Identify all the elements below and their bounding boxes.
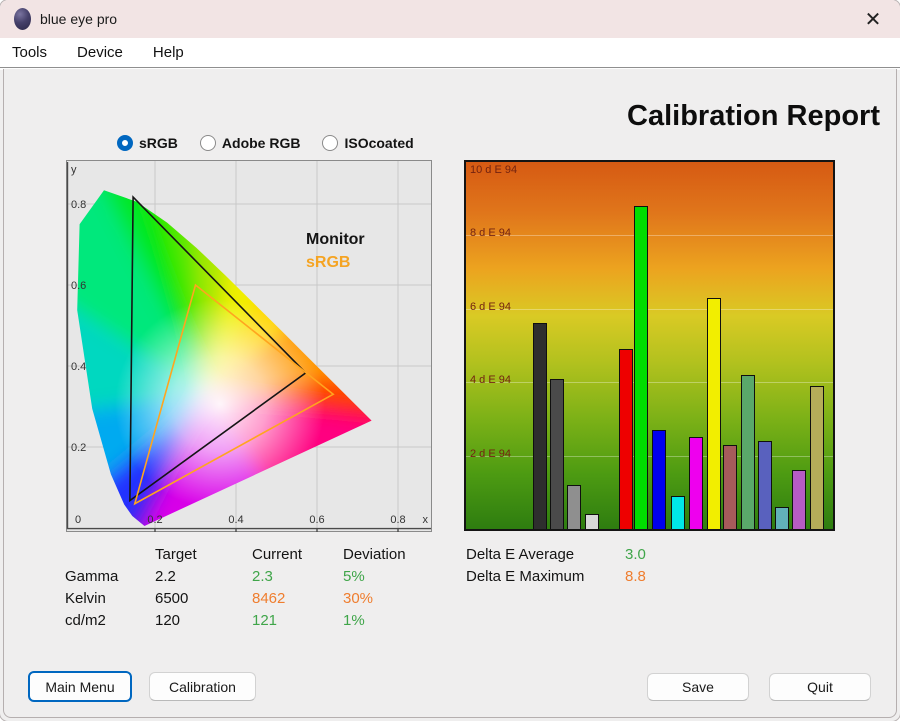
kelvin-current: 8462 bbox=[252, 590, 343, 612]
legend-monitor: Monitor bbox=[306, 228, 365, 251]
menu-tools[interactable]: Tools bbox=[12, 44, 47, 61]
gamut-legend: Monitor sRGB bbox=[306, 228, 365, 274]
bar-chart-gridline bbox=[466, 309, 833, 310]
app-window: blue eye pro ✕ Tools Device Help Calibra… bbox=[0, 0, 900, 721]
delta-e-bar bbox=[652, 430, 666, 529]
main-menu-button[interactable]: Main Menu bbox=[28, 671, 132, 702]
app-icon bbox=[14, 8, 31, 30]
radio-selected-icon[interactable] bbox=[117, 135, 133, 151]
axis-tick-label: 0.6 bbox=[309, 514, 324, 526]
axis-tick-label: x bbox=[423, 514, 429, 526]
delta-e-bar bbox=[810, 386, 824, 529]
col-header-current: Current bbox=[252, 546, 343, 568]
radio-unselected-icon[interactable] bbox=[322, 135, 338, 151]
menubar: Tools Device Help bbox=[0, 38, 900, 67]
bar-chart-ytick-label: 10 d E 94 bbox=[470, 164, 517, 176]
titlebar: blue eye pro ✕ bbox=[0, 0, 900, 38]
col-header-deviation: Deviation bbox=[343, 546, 438, 568]
delta-e-bar bbox=[533, 323, 547, 529]
cdm2-current: 121 bbox=[252, 612, 343, 634]
page-title: Calibration Report bbox=[627, 100, 880, 133]
delta-e-bar bbox=[567, 485, 581, 529]
bar-chart-ytick-label: 8 d E 94 bbox=[470, 227, 511, 239]
window-title: blue eye pro bbox=[40, 0, 117, 38]
bar-chart-gridline bbox=[466, 382, 833, 383]
axis-tick-label: 0.6 bbox=[71, 280, 86, 292]
radio-adobe-rgb[interactable]: Adobe RGB bbox=[200, 135, 301, 151]
row-label-gamma: Gamma bbox=[65, 568, 155, 590]
col-header-target: Target bbox=[155, 546, 252, 568]
delta-e-bar bbox=[775, 507, 789, 529]
delta-e-chart: 10 d E 94 8 d E 94 6 d E 94 4 d E 94 2 d E 9… bbox=[464, 160, 835, 531]
gamma-target: 2.2 bbox=[155, 568, 252, 590]
menu-help[interactable]: Help bbox=[153, 44, 184, 61]
bar-chart-gridline bbox=[466, 456, 833, 457]
axis-tick-label: 0.2 bbox=[147, 514, 162, 526]
close-icon[interactable]: ✕ bbox=[856, 4, 890, 34]
cdm2-target: 120 bbox=[155, 612, 252, 634]
delta-e-bar bbox=[585, 514, 599, 529]
delta-e-bar bbox=[619, 349, 633, 529]
bar-chart-ytick-label: 4 d E 94 bbox=[470, 374, 511, 386]
cie-chromaticity-diagram: 0.2 0.2 0.4 0.4 0.6 0.6 0.8 0.8 0 y x Monitor sRGB bbox=[66, 160, 432, 532]
bar-chart-ytick-label: 6 d E 94 bbox=[470, 301, 511, 313]
kelvin-target: 6500 bbox=[155, 590, 252, 612]
axis-tick-label: y bbox=[71, 164, 77, 176]
delta-e-bar bbox=[550, 379, 564, 529]
save-button[interactable]: Save bbox=[647, 673, 749, 701]
delta-e-average-value: 3.0 bbox=[625, 546, 695, 568]
radio-srgb[interactable]: sRGB bbox=[117, 135, 178, 151]
gamma-current: 2.3 bbox=[252, 568, 343, 590]
row-label-kelvin: Kelvin bbox=[65, 590, 155, 612]
delta-e-bar bbox=[792, 470, 806, 529]
axis-tick-label: 0.4 bbox=[228, 514, 243, 526]
gamut-selector: sRGB Adobe RGB ISOcoated bbox=[117, 135, 414, 151]
delta-e-summary: Delta E Average 3.0 Delta E Maximum 8.8 bbox=[466, 546, 695, 590]
menu-device[interactable]: Device bbox=[77, 44, 123, 61]
cie-svg: 0.2 0.2 0.4 0.4 0.6 0.6 0.8 0.8 0 y x bbox=[66, 160, 432, 532]
delta-e-bar bbox=[723, 445, 737, 529]
kelvin-deviation: 30% bbox=[343, 590, 438, 612]
delta-e-bar bbox=[671, 496, 685, 529]
quit-button[interactable]: Quit bbox=[769, 673, 871, 701]
delta-e-maximum-label: Delta E Maximum bbox=[466, 568, 625, 590]
delta-e-bar bbox=[634, 206, 648, 529]
delta-e-maximum-value: 8.8 bbox=[625, 568, 695, 590]
delta-e-bar bbox=[758, 441, 772, 529]
axis-tick-label: 0 bbox=[75, 514, 81, 526]
results-table: Target Current Deviation Gamma 2.2 2.3 5… bbox=[65, 546, 438, 634]
radio-isocoated[interactable]: ISOcoated bbox=[322, 135, 413, 151]
legend-srgb: sRGB bbox=[306, 251, 365, 274]
gamma-deviation: 5% bbox=[343, 568, 438, 590]
bar-chart-gridline bbox=[466, 235, 833, 236]
delta-e-bar bbox=[707, 298, 721, 529]
calibration-button[interactable]: Calibration bbox=[149, 672, 256, 701]
axis-tick-label: 0.2 bbox=[71, 442, 86, 454]
axis-tick-label: 0.8 bbox=[71, 199, 86, 211]
radio-unselected-icon[interactable] bbox=[200, 135, 216, 151]
delta-e-bar bbox=[741, 375, 755, 529]
axis-tick-label: 0.4 bbox=[71, 361, 86, 373]
row-label-cdm2: cd/m2 bbox=[65, 612, 155, 634]
delta-e-bar bbox=[689, 437, 703, 529]
delta-e-average-label: Delta E Average bbox=[466, 546, 625, 568]
bar-chart-ytick-label: 2 d E 94 bbox=[470, 448, 511, 460]
axis-tick-label: 0.8 bbox=[390, 514, 405, 526]
cdm2-deviation: 1% bbox=[343, 612, 438, 634]
